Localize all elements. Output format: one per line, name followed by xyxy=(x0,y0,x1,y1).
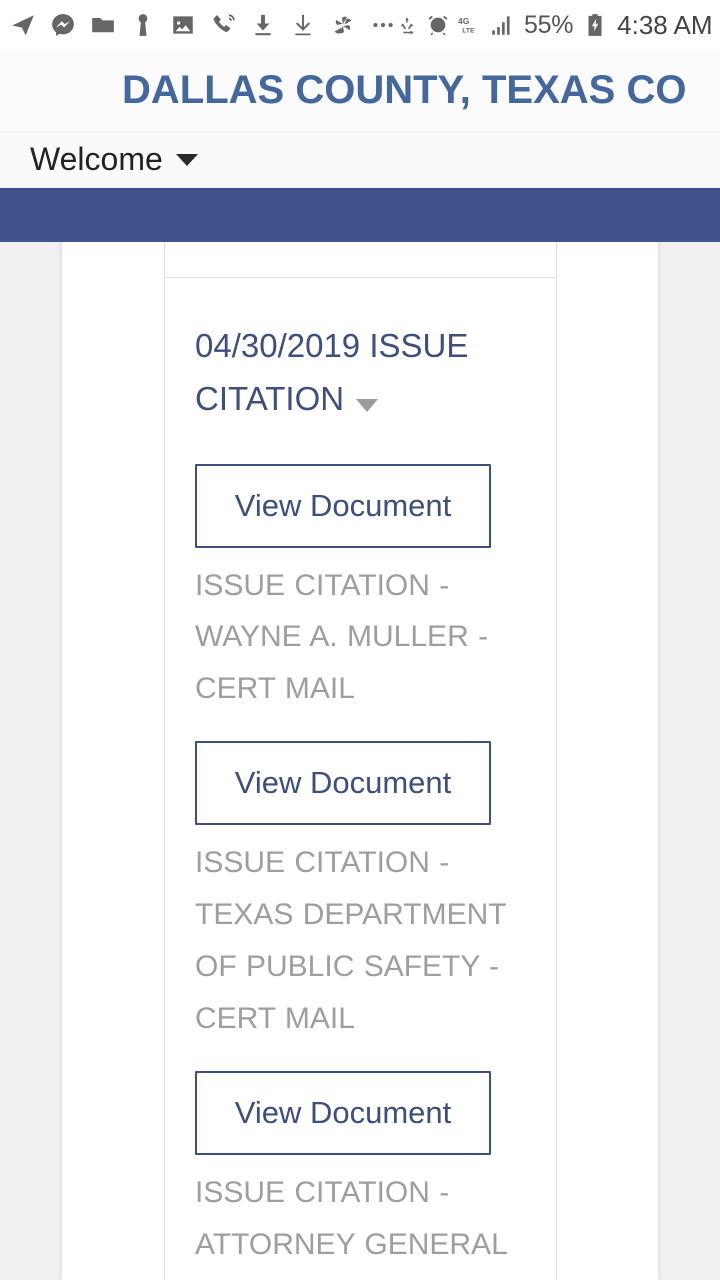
messenger-icon xyxy=(52,14,74,36)
battery-percent-label: 55% xyxy=(524,10,574,39)
wifi-call-icon xyxy=(213,14,235,32)
page-body: GALLAGHER 04/30/2019 ISSUE CITATION View… xyxy=(0,188,720,1280)
status-bar-right: 4G LTE 55% 4:38 AM xyxy=(396,10,713,41)
battery-charging-icon xyxy=(588,14,602,36)
keyhole-person-icon xyxy=(138,14,148,36)
screen: 4G LTE 55% 4:38 AM DALLAS COUNTY, TEXAS C… xyxy=(0,0,720,1280)
welcome-dropdown[interactable]: Welcome xyxy=(0,141,198,178)
svg-text:LTE: LTE xyxy=(462,28,475,35)
alarm-clock-icon xyxy=(428,15,448,36)
4g-lte-icon: 4G LTE xyxy=(458,16,475,35)
event-heading-label: 04/30/2019 ISSUE CITATION xyxy=(195,327,469,417)
document-entry: View Document ISSUE CITATION - TEXAS DEP… xyxy=(195,741,526,1045)
event-heading-wrap[interactable]: 04/30/2019 ISSUE CITATION xyxy=(195,320,526,426)
chevron-down-icon xyxy=(175,153,198,166)
event-row: 04/30/2019 ISSUE CITATION View Document … xyxy=(165,278,556,1280)
primary-nav-band xyxy=(0,188,720,242)
photo-icon xyxy=(173,16,193,34)
status-bar: 4G LTE 55% 4:38 AM xyxy=(0,0,720,50)
view-document-button[interactable]: View Document xyxy=(195,463,491,548)
telegram-icon xyxy=(12,15,34,36)
more-dots-icon xyxy=(373,22,393,28)
welcome-label: Welcome xyxy=(30,141,163,177)
pinwheel-icon xyxy=(334,16,352,34)
page-title: DALLAS COUNTY, TEXAS CO xyxy=(122,68,687,112)
document-entry: View Document ISSUE CITATION - ATTORNEY … xyxy=(195,1070,526,1280)
site-header: DALLAS COUNTY, TEXAS CO xyxy=(0,50,720,132)
folder-icon xyxy=(92,17,114,33)
document-description: ISSUE CITATION - WAYNE A. MULLER - CERT … xyxy=(195,568,489,706)
signal-bars-icon xyxy=(492,16,510,35)
view-document-button[interactable]: View Document xyxy=(195,741,491,826)
content-panel: GALLAGHER 04/30/2019 ISSUE CITATION View… xyxy=(62,188,658,1280)
download-arrow-icon xyxy=(295,14,311,36)
data-saver-icon xyxy=(400,17,414,35)
status-bar-left-icons xyxy=(10,12,396,38)
document-description: ISSUE CITATION - ATTORNEY GENERAL (KEN P… xyxy=(195,1175,516,1280)
svg-text:4G: 4G xyxy=(458,16,470,26)
document-entry: View Document ISSUE CITATION - WAYNE A. … xyxy=(195,463,526,716)
document-description: ISSUE CITATION - TEXAS DEPARTMENT OF PUB… xyxy=(195,846,507,1035)
view-document-button[interactable]: View Document xyxy=(195,1070,491,1155)
welcome-bar: Welcome xyxy=(0,132,720,188)
download-icon xyxy=(255,14,271,36)
chevron-down-icon[interactable] xyxy=(356,399,379,413)
clock-label: 4:38 AM xyxy=(617,9,713,40)
case-events-card: GALLAGHER 04/30/2019 ISSUE CITATION View… xyxy=(164,188,557,1280)
